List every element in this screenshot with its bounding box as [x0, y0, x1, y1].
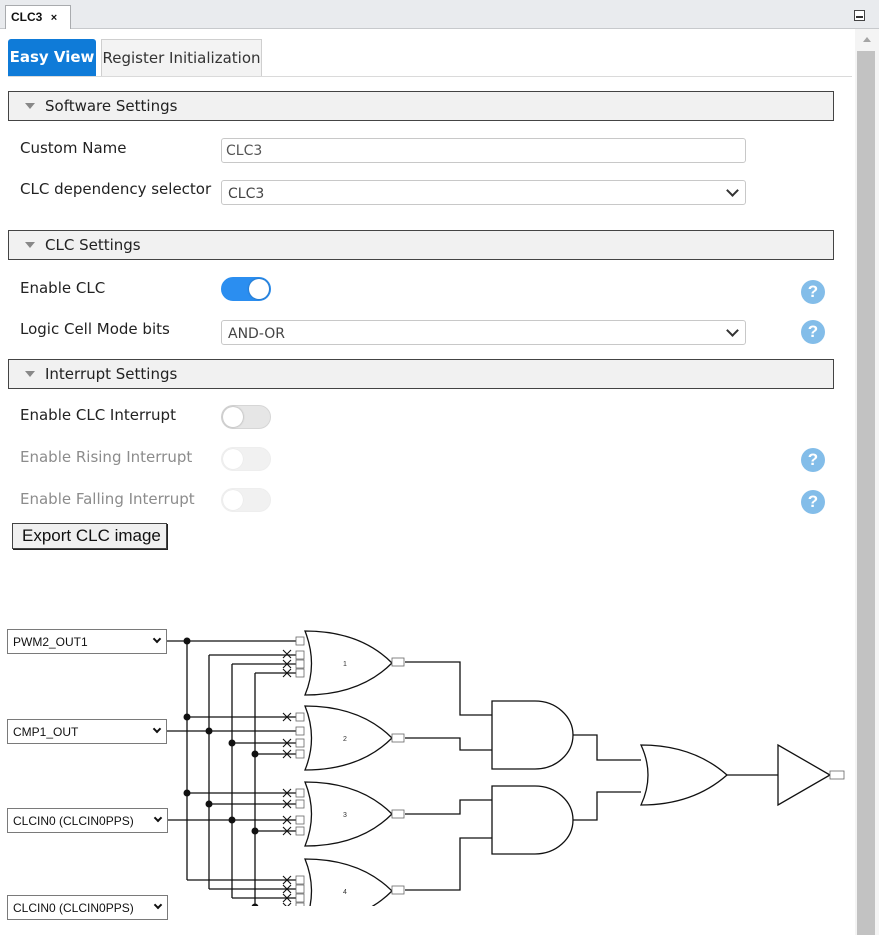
or-gate-3 [304, 781, 393, 847]
enable-clc-label: Enable CLC [20, 279, 106, 297]
section-interrupt-settings[interactable]: Interrupt Settings [8, 359, 834, 389]
tab-easy-view[interactable]: Easy View [8, 39, 96, 77]
enable-rising-interrupt-label: Enable Rising Interrupt [20, 448, 193, 466]
scroll-thumb[interactable] [857, 51, 875, 935]
or-gate-final [639, 744, 728, 806]
collapse-triangle-icon [25, 371, 35, 377]
chevron-down-icon [726, 184, 739, 197]
custom-name-label: Custom Name [20, 139, 127, 157]
logic-cell-mode-label: Logic Cell Mode bits [20, 320, 170, 338]
section-title: Software Settings [45, 97, 178, 115]
dependency-selector-dropdown[interactable]: CLC3 [221, 180, 746, 205]
or-gate-4 [304, 858, 393, 906]
section-software-settings[interactable]: Software Settings [8, 91, 834, 121]
editor-tab-clc3[interactable]: CLC3 × [5, 5, 71, 29]
tabs-divider [8, 76, 852, 77]
logic-cell-mode-value: AND-OR [228, 326, 286, 342]
gate-number-2: 2 [343, 736, 347, 743]
or-gate-2 [304, 705, 393, 771]
dependency-selector-value: CLC3 [228, 186, 265, 202]
enable-clc-interrupt-toggle[interactable] [221, 405, 271, 429]
enable-clc-toggle[interactable] [221, 277, 271, 301]
and-gate-2 [491, 785, 574, 855]
help-icon[interactable]: ? [801, 490, 825, 514]
and-gate-1 [491, 700, 574, 770]
scroll-up-arrow-icon[interactable] [863, 37, 871, 42]
output-buffer [777, 743, 832, 807]
collapse-triangle-icon [25, 103, 35, 109]
help-icon[interactable]: ? [801, 320, 825, 344]
toggle-knob [223, 449, 243, 469]
collapse-triangle-icon [25, 242, 35, 248]
close-icon[interactable]: × [51, 12, 57, 24]
gate-number-4: 4 [343, 889, 347, 896]
enable-falling-interrupt-toggle[interactable] [221, 488, 271, 512]
clc-logic-diagram: PWM2_OUT1 CMP1_OUT CLCIN0 (CLCIN0PPS) CL… [0, 580, 855, 920]
logic-circuit-svg: 1 2 3 4 [167, 630, 845, 906]
section-title: Interrupt Settings [45, 365, 178, 383]
minimize-icon[interactable] [854, 10, 865, 21]
toggle-knob [223, 490, 243, 510]
enable-rising-interrupt-toggle[interactable] [221, 447, 271, 471]
tab-register-initialization[interactable]: Register Initialization [101, 39, 262, 77]
enable-falling-interrupt-label: Enable Falling Interrupt [20, 490, 195, 508]
editor-tab-title: CLC3 [11, 10, 43, 24]
toggle-knob [223, 407, 243, 427]
export-clc-image-button[interactable]: Export CLC image [12, 523, 167, 549]
vertical-scrollbar[interactable] [855, 29, 879, 935]
gate-number-1: 1 [343, 661, 347, 668]
logic-cell-mode-dropdown[interactable]: AND-OR [221, 320, 746, 345]
section-clc-settings[interactable]: CLC Settings [8, 230, 834, 260]
section-title: CLC Settings [45, 236, 141, 254]
custom-name-input[interactable]: CLC3 [221, 138, 746, 163]
editor-tab-bar: CLC3 × [0, 0, 879, 29]
gate-number-3: 3 [343, 812, 347, 819]
toggle-knob [249, 279, 269, 299]
dependency-selector-label: CLC dependency selector [20, 180, 212, 198]
chevron-down-icon [726, 324, 739, 337]
enable-clc-interrupt-label: Enable CLC Interrupt [20, 406, 176, 424]
help-icon[interactable]: ? [801, 280, 825, 304]
or-gate-1 [304, 630, 393, 696]
help-icon[interactable]: ? [801, 448, 825, 472]
